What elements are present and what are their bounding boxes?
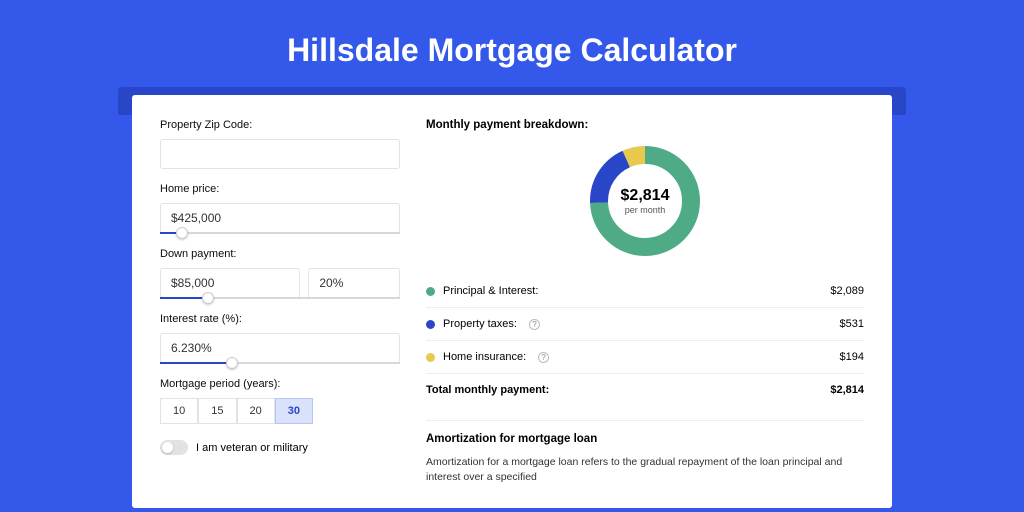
total-label: Total monthly payment: — [426, 384, 549, 396]
breakdown-column: Monthly payment breakdown: $2,814 per mo… — [426, 119, 864, 484]
row-label: Principal & Interest: — [443, 285, 538, 297]
row-total: Total monthly payment: $2,814 — [426, 373, 864, 406]
veteran-label: I am veteran or military — [196, 442, 308, 454]
home-price-slider[interactable] — [160, 232, 182, 234]
period-label: Mortgage period (years): — [160, 378, 400, 390]
inputs-column: Property Zip Code: Home price: Down paym… — [160, 119, 400, 484]
down-payment-label: Down payment: — [160, 248, 400, 260]
page-title: Hillsdale Mortgage Calculator — [0, 32, 1024, 69]
total-value: $2,814 — [830, 384, 864, 396]
row-principal: Principal & Interest: $2,089 — [426, 275, 864, 307]
down-payment-input[interactable] — [160, 268, 300, 298]
donut-sub: per month — [625, 205, 666, 215]
period-option-10[interactable]: 10 — [160, 398, 198, 424]
zip-input[interactable] — [160, 139, 400, 169]
amortization-text: Amortization for a mortgage loan refers … — [426, 455, 864, 484]
interest-input[interactable] — [160, 333, 400, 363]
row-value: $194 — [840, 351, 864, 363]
row-taxes: Property taxes: ? $531 — [426, 307, 864, 340]
period-option-15[interactable]: 15 — [198, 398, 236, 424]
down-payment-pct-input[interactable] — [308, 268, 400, 298]
info-icon[interactable]: ? — [529, 319, 540, 330]
home-price-input[interactable] — [160, 203, 400, 233]
amortization-title: Amortization for mortgage loan — [426, 433, 864, 445]
zip-label: Property Zip Code: — [160, 119, 400, 131]
slider-thumb[interactable] — [202, 292, 214, 304]
breakdown-rows: Principal & Interest: $2,089 Property ta… — [426, 275, 864, 406]
row-value: $2,089 — [830, 285, 864, 297]
home-price-label: Home price: — [160, 183, 400, 195]
period-segmented: 10 15 20 30 — [160, 398, 400, 424]
breakdown-title: Monthly payment breakdown: — [426, 119, 864, 131]
row-insurance: Home insurance: ? $194 — [426, 340, 864, 373]
dot-icon — [426, 287, 435, 296]
donut-amount: $2,814 — [621, 187, 670, 205]
interest-slider[interactable] — [160, 362, 232, 364]
row-label: Property taxes: — [443, 318, 517, 330]
calculator-card: Property Zip Code: Home price: Down paym… — [132, 95, 892, 508]
row-label: Home insurance: — [443, 351, 526, 363]
slider-thumb[interactable] — [226, 357, 238, 369]
interest-label: Interest rate (%): — [160, 313, 400, 325]
period-option-30[interactable]: 30 — [275, 398, 313, 424]
down-payment-slider[interactable] — [160, 297, 208, 299]
veteran-toggle[interactable] — [160, 440, 188, 455]
slider-thumb[interactable] — [176, 227, 188, 239]
dot-icon — [426, 320, 435, 329]
row-value: $531 — [840, 318, 864, 330]
period-option-20[interactable]: 20 — [237, 398, 275, 424]
amortization-section: Amortization for mortgage loan Amortizat… — [426, 420, 864, 484]
payment-donut-chart: $2,814 per month — [585, 141, 705, 261]
info-icon[interactable]: ? — [538, 352, 549, 363]
dot-icon — [426, 353, 435, 362]
